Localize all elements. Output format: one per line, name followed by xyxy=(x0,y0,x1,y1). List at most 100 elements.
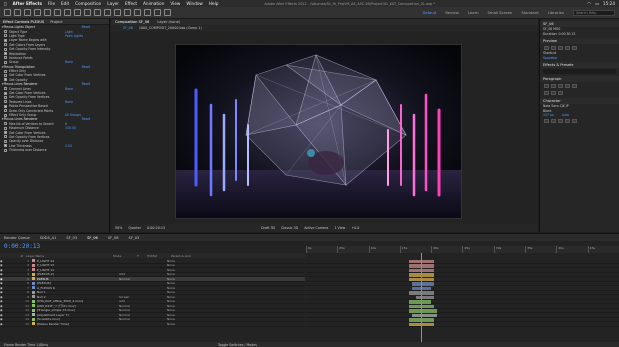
zoom-level[interactable]: 50% xyxy=(115,226,122,230)
property-checkbox[interactable] xyxy=(4,109,7,113)
puppet-tool-icon[interactable] xyxy=(164,9,171,16)
property-checkbox[interactable] xyxy=(4,122,7,126)
layer-label-color[interactable] xyxy=(32,281,35,285)
tab-effect-controls[interactable]: Effect Controls PLEXUS xyxy=(3,20,44,24)
font-size-field[interactable]: 107 px xyxy=(543,113,554,117)
menu-file[interactable]: File xyxy=(48,1,55,6)
layer-name[interactable]: [Scoo001.mov] xyxy=(37,317,119,321)
menu-animation[interactable]: Animation xyxy=(143,1,164,6)
property-checkbox[interactable] xyxy=(4,30,7,34)
layer-duration-bar[interactable] xyxy=(415,295,435,299)
property-checkbox[interactable] xyxy=(4,95,7,99)
layer-label-color[interactable] xyxy=(32,313,35,317)
effect-property-value[interactable]: 0.50 xyxy=(65,144,72,148)
property-checkbox[interactable] xyxy=(4,43,7,47)
layer-name[interactable]: [PLEXUS] xyxy=(37,281,119,285)
effect-property-row[interactable]: Thickness over Distance xyxy=(0,148,109,152)
effects-search-input[interactable] xyxy=(543,69,616,74)
layer-label-color[interactable] xyxy=(32,295,35,299)
layer-parent[interactable]: None xyxy=(167,272,187,276)
property-checkbox[interactable] xyxy=(4,34,7,38)
tab-layer[interactable]: Layer (none) xyxy=(157,20,180,24)
last-frame-icon[interactable] xyxy=(572,45,577,50)
layer-parent[interactable]: None xyxy=(167,299,187,303)
zoom-tool-icon[interactable] xyxy=(34,9,41,16)
property-checkbox[interactable] xyxy=(4,78,7,82)
tab-sf08[interactable]: SF_08 xyxy=(108,236,119,240)
effect-property-value[interactable]: Point Lights xyxy=(65,34,83,38)
breadcrumb-comp1[interactable]: 1000_COMPOSIT_20000.bbs (Comp 1) xyxy=(139,26,202,30)
italic-icon[interactable] xyxy=(551,119,556,123)
prev-frame-icon[interactable] xyxy=(551,45,556,50)
property-checkbox[interactable] xyxy=(4,52,7,56)
timeline-timecode[interactable]: 0:00:20:13 xyxy=(4,243,40,250)
layer-mode[interactable]: Normal xyxy=(119,304,153,308)
property-checkbox[interactable] xyxy=(4,126,7,130)
layer-name[interactable]: [Triangle_simple 13.mov] xyxy=(37,308,119,312)
layer-name[interactable]: PLEXUS xyxy=(37,277,119,281)
layer-mode[interactable]: Normal xyxy=(119,313,153,317)
pan-behind-tool-icon[interactable] xyxy=(84,9,91,16)
workspace-libraries[interactable]: Libraries xyxy=(548,10,564,15)
menu-view[interactable]: View xyxy=(170,1,180,6)
layer-label-color[interactable] xyxy=(32,263,35,267)
property-checkbox[interactable] xyxy=(4,87,7,91)
pan-camera-icon[interactable] xyxy=(54,9,61,16)
battery-icon[interactable]: ▭ xyxy=(595,1,599,6)
app-name[interactable]: After Effects xyxy=(13,1,43,6)
col-layer-name[interactable]: Layer Name xyxy=(26,254,113,258)
wifi-icon[interactable]: ◠ xyxy=(587,1,591,6)
layer-parent[interactable]: None xyxy=(167,295,187,299)
indent-right-icon[interactable] xyxy=(551,90,556,95)
justify-all-icon[interactable] xyxy=(572,83,577,88)
toggle-switches-modes[interactable]: Toggle Switches / Modes xyxy=(218,343,257,347)
layer-parent[interactable]: None xyxy=(167,286,187,290)
next-frame-icon[interactable] xyxy=(565,45,570,50)
layer-name[interactable]: [060_P41F_ソプラ01.mov] xyxy=(37,304,119,308)
view-layout-select[interactable]: 1 View xyxy=(334,226,345,230)
type-tool-icon[interactable] xyxy=(114,9,121,16)
layer-name[interactable]: [Plexus Render Time] xyxy=(37,322,119,326)
layer-label-color[interactable] xyxy=(32,299,35,303)
effect-property-value[interactable]: None xyxy=(65,87,73,91)
layer-parent[interactable]: None xyxy=(167,277,187,281)
reset-link[interactable]: Reset xyxy=(82,25,91,29)
layer-mode[interactable]: Normal xyxy=(119,277,153,281)
workspace-standard[interactable]: Standard xyxy=(521,10,538,15)
layer-duration-bar[interactable] xyxy=(412,282,435,286)
property-checkbox[interactable] xyxy=(4,69,7,73)
superscript-icon[interactable] xyxy=(572,119,577,123)
effect-property-value[interactable]: None xyxy=(65,60,73,64)
tab-render-queue[interactable]: Render Queue xyxy=(4,236,30,240)
layer-label-color[interactable] xyxy=(32,259,35,263)
layer-parent[interactable]: None xyxy=(167,290,187,294)
property-checkbox[interactable] xyxy=(4,113,7,117)
workspace-default[interactable]: Default xyxy=(422,10,436,15)
workspace-small-screen[interactable]: Small Screen xyxy=(488,10,513,15)
layer-label-color[interactable] xyxy=(32,268,35,272)
effect-property-value[interactable]: Light xyxy=(65,30,73,34)
property-checkbox[interactable] xyxy=(4,73,7,77)
layer-name[interactable]: P_LIGHT 13 xyxy=(37,263,119,267)
layer-label-color[interactable] xyxy=(32,272,35,276)
align-left-icon[interactable] xyxy=(544,83,549,88)
property-checkbox[interactable] xyxy=(4,47,7,51)
property-checkbox[interactable] xyxy=(4,139,7,143)
layer-name[interactable]: Null 1 xyxy=(37,290,119,294)
draft-3d-toggle[interactable]: Draft 3D xyxy=(261,226,275,230)
layer-mode[interactable]: Normal xyxy=(119,308,153,312)
layer-label-color[interactable] xyxy=(32,277,35,281)
reset-link[interactable]: Reset xyxy=(82,65,91,69)
indent-left-icon[interactable] xyxy=(544,90,549,95)
property-checkbox[interactable] xyxy=(4,131,7,135)
selection-tool-icon[interactable] xyxy=(14,9,21,16)
layer-mode[interactable]: Normal xyxy=(119,317,153,321)
workspace-learn[interactable]: Learn xyxy=(468,10,479,15)
layer-row[interactable]: ◉ 15 [Plexus Render Time] None xyxy=(0,322,305,327)
renderer-select[interactable]: Classic 3D xyxy=(281,226,298,230)
effect-property-value[interactable]: None xyxy=(65,100,73,104)
menu-help[interactable]: Help xyxy=(209,1,219,6)
roto-brush-icon[interactable] xyxy=(154,9,161,16)
layer-duration-bar[interactable] xyxy=(409,309,438,313)
orbit-camera-icon[interactable] xyxy=(44,9,51,16)
